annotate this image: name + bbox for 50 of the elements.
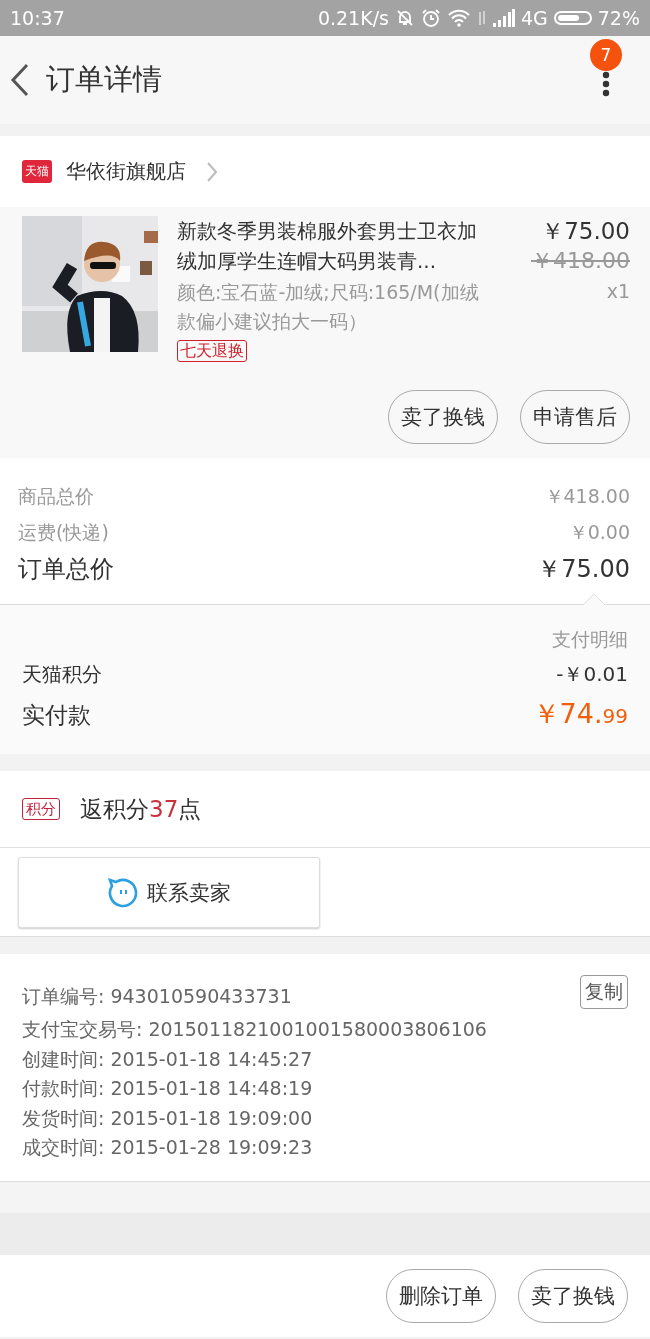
battery-percent: 72% [597,7,640,29]
order-info-line: 订单编号: 943010590433731 [22,984,292,1009]
contact-seller-button[interactable]: 联系卖家 [18,857,320,928]
payment-label: 天猫积分 [22,661,102,688]
order-info-line: 发货时间: 2015-01-18 19:09:00 [22,1105,313,1131]
product-price: ￥75.00 [541,217,630,246]
network-type: 4G [520,7,548,29]
order-info-line: 成交时间: 2015-01-28 19:09:23 [22,1135,313,1160]
network-speed: 0.21K/s [317,7,389,29]
summary-label: 商品总价 [18,484,94,509]
action-button[interactable]: 卖了换钱 [518,1269,628,1323]
payment-value: -￥0.01 [556,661,628,688]
notification-badge: 7 [590,39,622,71]
quantity: x1 [606,279,630,304]
status-time: 10:37 [10,7,65,29]
summary-label: 运费(快递) [18,520,109,545]
summary-value: ￥418.00 [544,484,630,509]
store-badge: 天猫 [22,160,52,183]
summary-value: ￥75.00 [537,554,630,585]
page-title: 订单详情 [46,61,162,98]
bell-muted-icon [394,8,415,28]
back-icon[interactable] [10,63,30,97]
signal-icon [492,9,515,27]
action-button[interactable]: 卖了换钱 [388,390,498,444]
battery-icon [553,11,592,25]
order-info-line: 支付宝交易号: 2015011821001001580003806106 [22,1017,487,1042]
chat-face-icon [107,876,139,909]
wifi-icon [446,8,471,28]
payment-details-heading: 支付明细 [551,627,628,652]
order-info-line: 创建时间: 2015-01-18 14:45:27 [22,1046,313,1072]
copy-button[interactable]: 复制 [580,975,628,1009]
payment-label: 实付款 [22,701,91,730]
summary-label: 订单总价 [18,554,114,585]
order-info-line: 付款时间: 2015-01-18 14:48:19 [22,1076,313,1101]
store-row[interactable]: 天猫 华依街旗舰店 [0,136,650,207]
more-icon[interactable] [602,71,610,97]
points-tag: 积分 [22,798,60,820]
summary-value: ￥0.00 [568,520,630,545]
chevron-right-icon [206,160,218,183]
payment-value: ￥74.99 [532,697,628,731]
original-price: ￥418.00 [531,247,630,275]
action-button[interactable]: 删除订单 [386,1269,496,1323]
action-button[interactable]: 申请售后 [520,390,630,444]
data-arrows-icon [476,8,487,28]
store-name: 华依街旗舰店 [66,158,186,185]
alarm-icon [420,8,441,28]
points-text: 返积分37点 [80,794,202,824]
product-spec: 颜色:宝石蓝-加绒;尺码:165/M(加绒款偏小建议拍大一码） [177,280,480,334]
return-policy-tag: 七天退换 [177,340,247,362]
product-title[interactable]: 新款冬季男装棉服外套男士卫衣加绒加厚学生连帽大码男装青... [177,216,483,276]
